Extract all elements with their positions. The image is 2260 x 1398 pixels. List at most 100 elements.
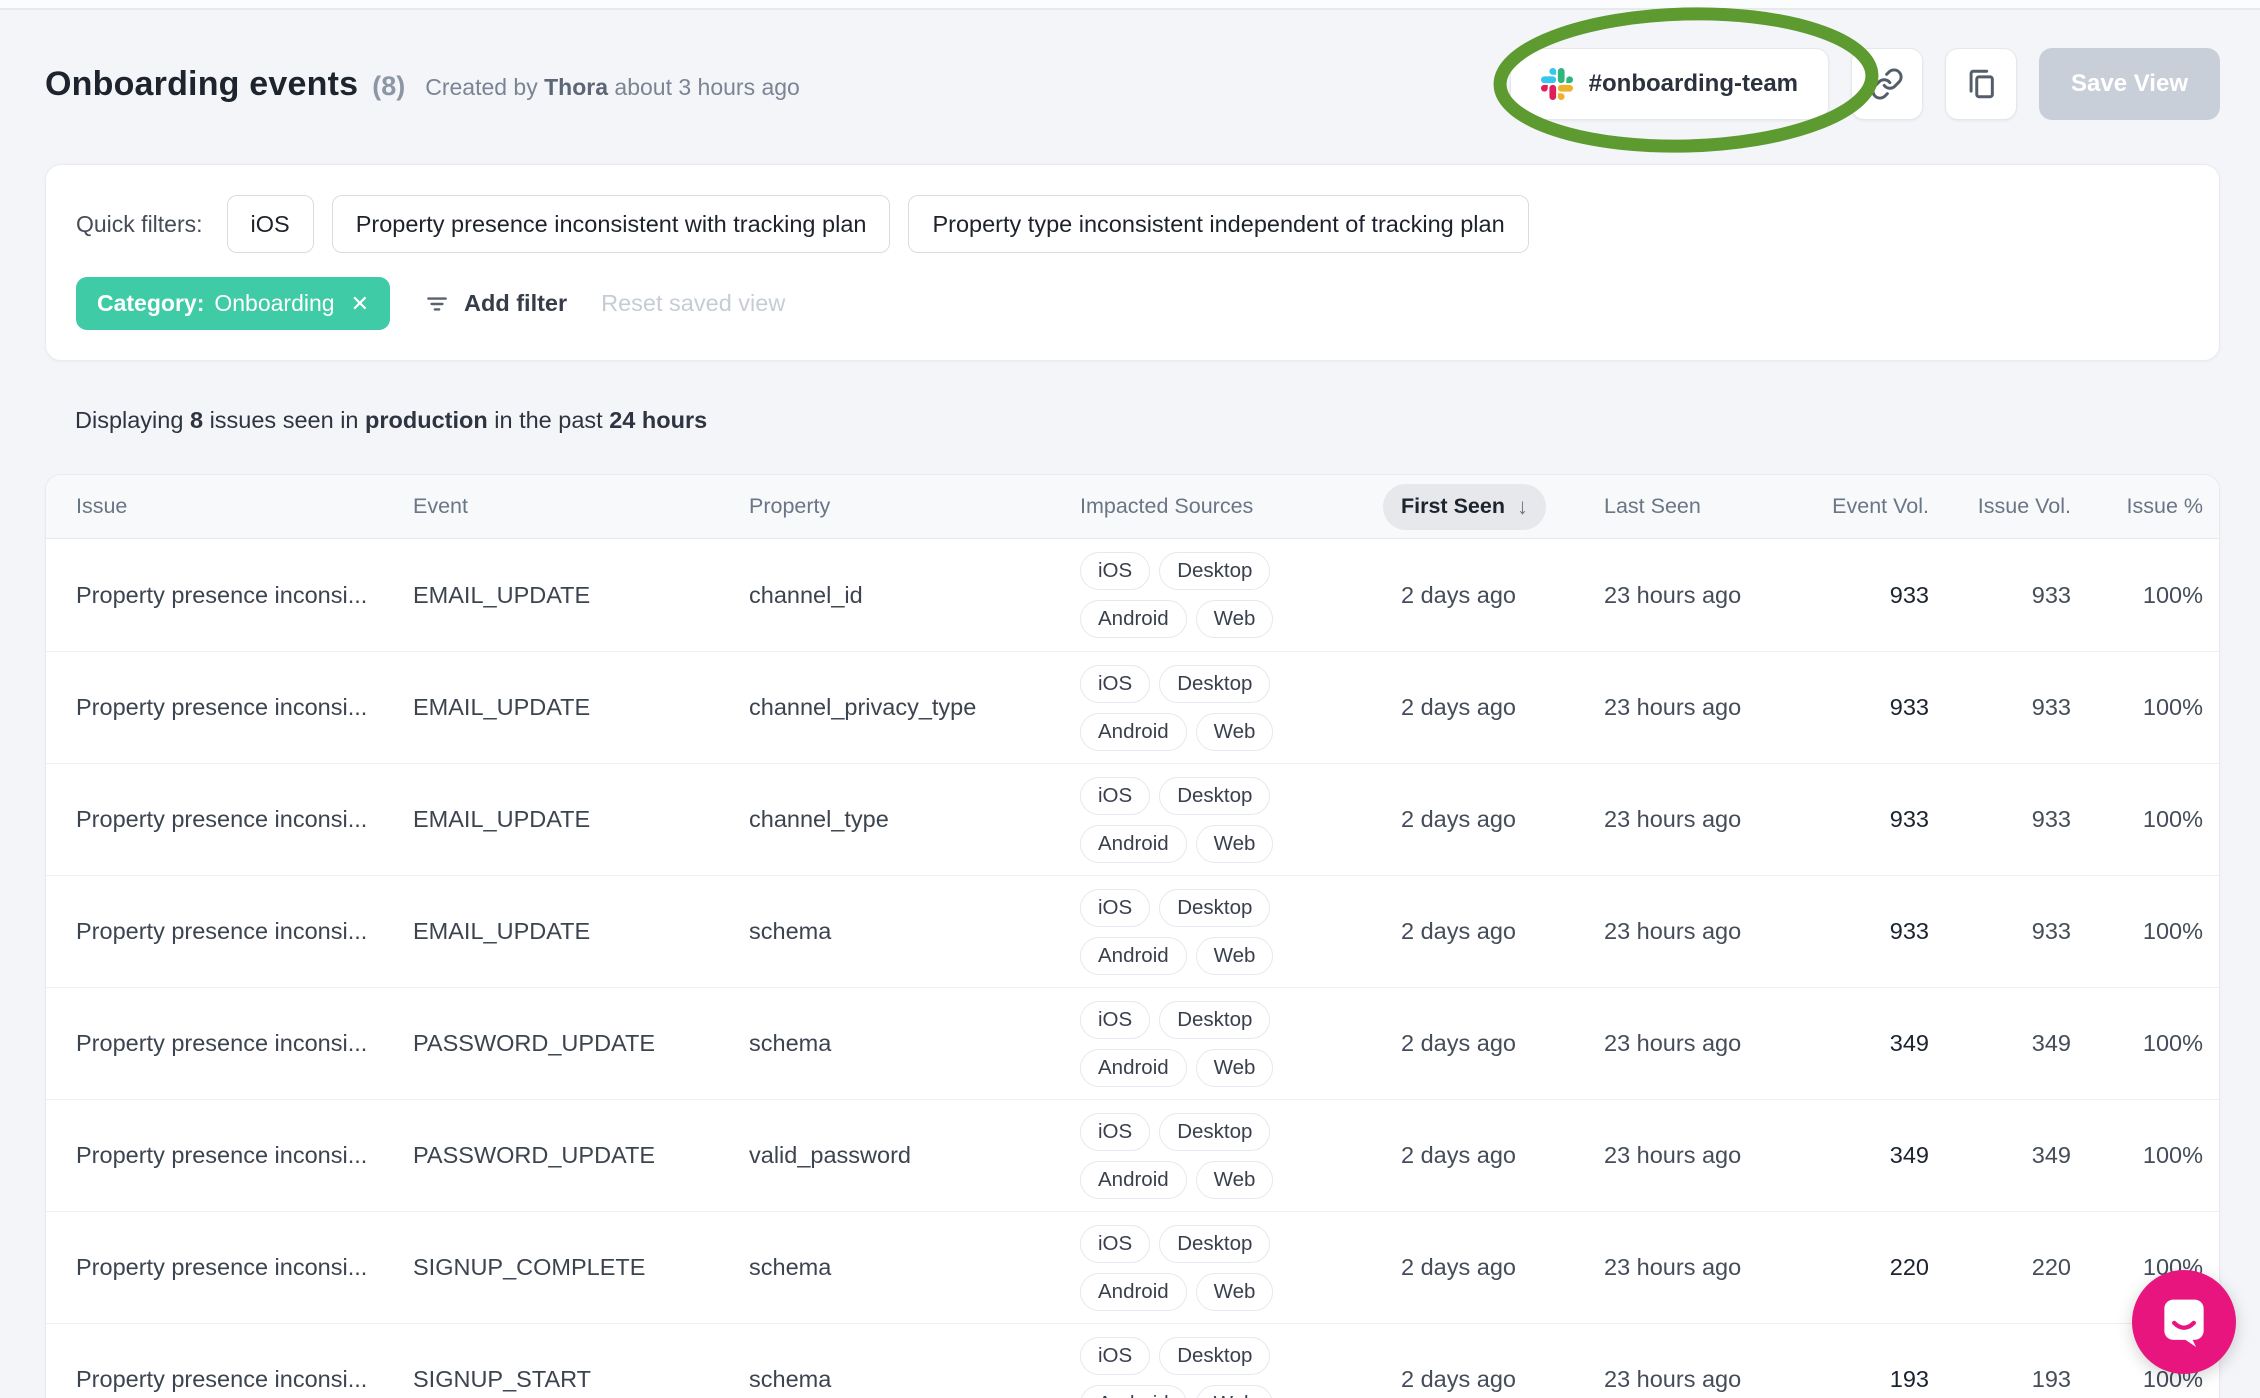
source-pill: Desktop	[1159, 1336, 1271, 1375]
source-pill: Web	[1195, 1048, 1274, 1087]
issue-cell: Property presence inconsi...	[76, 806, 368, 832]
slack-channel-button[interactable]: #onboarding-team	[1509, 48, 1830, 120]
filter-chip-name: Category:	[97, 290, 205, 316]
col-header-event[interactable]: Event	[413, 494, 749, 519]
add-filter-button[interactable]: Add filter	[424, 290, 567, 317]
table-row[interactable]: Property presence inconsi... PASSWORD_UP…	[46, 1099, 2219, 1211]
source-pill: iOS	[1080, 552, 1151, 590]
quick-filter-type-inconsistent[interactable]: Property type inconsistent independent o…	[908, 195, 1529, 253]
duplicate-view-button[interactable]	[1945, 48, 2018, 120]
issue-count-badge: (8)	[372, 70, 406, 101]
issue-pct-cell: 100%	[2142, 1030, 2203, 1056]
event-vol-cell: 349	[1889, 1030, 1929, 1056]
impacted-sources-cell: iOSDesktop AndroidWeb	[1080, 1112, 1382, 1199]
save-view-button[interactable]: Save View	[2039, 48, 2220, 120]
issue-cell: Property presence inconsi...	[76, 1030, 368, 1056]
source-pill: Desktop	[1159, 888, 1271, 927]
first-seen-cell: 2 days ago	[1401, 581, 1516, 608]
filter-chip-value: Onboarding	[214, 290, 335, 316]
col-header-impacted-sources[interactable]: Impacted Sources	[1080, 494, 1401, 519]
event-cell: EMAIL_UPDATE	[413, 806, 591, 832]
last-seen-cell: 23 hours ago	[1604, 1142, 1742, 1168]
issue-vol-cell: 349	[2031, 1142, 2071, 1168]
issue-pct-cell: 100%	[2142, 1142, 2203, 1168]
source-pill: Web	[1195, 1272, 1274, 1311]
source-pill: Android	[1080, 936, 1187, 975]
chat-bubble-icon	[2159, 1295, 2209, 1349]
impacted-sources-cell: iOSDesktop AndroidWeb	[1080, 888, 1382, 975]
page-title: Onboarding events	[45, 64, 359, 103]
quick-filter-presence-inconsistent[interactable]: Property presence inconsistent with trac…	[331, 195, 891, 253]
summary-count: 8	[189, 407, 204, 433]
property-cell: valid_password	[749, 1142, 911, 1168]
last-seen-cell: 23 hours ago	[1604, 581, 1742, 608]
source-pill: Web	[1195, 1384, 1274, 1398]
remove-filter-icon[interactable]: ✕	[351, 292, 369, 315]
event-cell: EMAIL_UPDATE	[413, 918, 591, 944]
issue-cell: Property presence inconsi...	[76, 918, 368, 944]
col-header-property[interactable]: Property	[749, 494, 1080, 519]
impacted-sources-cell: iOSDesktop AndroidWeb	[1080, 552, 1382, 638]
impacted-sources-cell: iOSDesktop AndroidWeb	[1080, 1000, 1382, 1087]
last-seen-cell: 23 hours ago	[1604, 806, 1742, 832]
issue-vol-cell: 933	[2031, 581, 2071, 608]
first-seen-cell: 2 days ago	[1401, 806, 1516, 832]
table-row[interactable]: Property presence inconsi... SIGNUP_STAR…	[46, 1323, 2219, 1398]
source-pill: iOS	[1080, 888, 1151, 927]
col-header-issue-vol[interactable]: Issue Vol.	[1929, 494, 2071, 519]
first-seen-cell: 2 days ago	[1401, 1366, 1516, 1392]
source-pill: Desktop	[1159, 552, 1271, 590]
created-prefix: Created by	[425, 73, 538, 100]
first-seen-cell: 2 days ago	[1401, 694, 1516, 720]
created-by-text: Created by Thora about 3 hours ago	[425, 74, 800, 101]
property-cell: channel_type	[749, 806, 889, 832]
event-vol-cell: 933	[1889, 581, 1929, 608]
chat-launcher-button[interactable]	[2132, 1270, 2236, 1374]
author-name: Thora	[544, 73, 609, 100]
table-row[interactable]: Property presence inconsi... EMAIL_UPDAT…	[46, 651, 2219, 763]
quick-filter-ios[interactable]: iOS	[226, 195, 314, 253]
source-pill: Android	[1080, 1384, 1187, 1398]
col-header-first-seen: First Seen ↓	[1383, 483, 1604, 530]
first-seen-sort-button[interactable]: First Seen ↓	[1383, 483, 1546, 530]
issue-vol-cell: 933	[2031, 694, 2071, 720]
source-pill: Android	[1080, 1048, 1187, 1087]
source-pill: Desktop	[1159, 664, 1271, 703]
event-cell: PASSWORD_UPDATE	[413, 1030, 655, 1056]
sort-desc-arrow-icon: ↓	[1516, 493, 1528, 519]
table-row[interactable]: Property presence inconsi... EMAIL_UPDAT…	[46, 763, 2219, 875]
table-row[interactable]: Property presence inconsi... EMAIL_UPDAT…	[46, 875, 2219, 987]
first-seen-cell: 2 days ago	[1401, 1254, 1516, 1280]
add-filter-label: Add filter	[464, 290, 568, 316]
col-header-event-vol[interactable]: Event Vol.	[1811, 494, 1929, 519]
impacted-sources-cell: iOSDesktop AndroidWeb	[1080, 776, 1382, 863]
property-cell: schema	[749, 1366, 832, 1392]
event-cell: EMAIL_UPDATE	[413, 581, 591, 608]
issue-cell: Property presence inconsi...	[76, 694, 368, 720]
issue-pct-cell: 100%	[2142, 694, 2203, 720]
summary-env: production	[365, 407, 488, 433]
source-pill: iOS	[1080, 1224, 1151, 1263]
col-header-issue-pct[interactable]: Issue %	[2071, 494, 2203, 519]
table-row[interactable]: Property presence inconsi... SIGNUP_COMP…	[46, 1211, 2219, 1323]
source-pill: Android	[1080, 824, 1187, 863]
property-cell: channel_id	[749, 581, 863, 608]
table-header-row: Issue Event Property Impacted Sources Fi…	[46, 475, 2219, 539]
col-header-issue[interactable]: Issue	[76, 494, 413, 519]
reset-saved-view-button[interactable]: Reset saved view	[601, 290, 785, 317]
property-cell: schema	[749, 1030, 832, 1056]
summary-text: issues seen in	[209, 407, 359, 433]
copy-link-button[interactable]	[1851, 48, 1924, 120]
event-cell: SIGNUP_START	[413, 1366, 592, 1392]
col-header-last-seen[interactable]: Last Seen	[1604, 494, 1811, 519]
table-row[interactable]: Property presence inconsi... EMAIL_UPDAT…	[46, 539, 2219, 651]
table-row[interactable]: Property presence inconsi... PASSWORD_UP…	[46, 987, 2219, 1099]
event-vol-cell: 193	[1889, 1366, 1929, 1392]
category-filter-chip[interactable]: Category: Onboarding ✕	[76, 277, 390, 330]
impacted-sources-cell: iOSDesktop AndroidWeb	[1080, 664, 1382, 751]
copy-icon	[1964, 67, 1998, 101]
first-seen-label: First Seen	[1401, 494, 1505, 518]
issue-cell: Property presence inconsi...	[76, 1142, 368, 1168]
source-pill: Desktop	[1159, 1000, 1271, 1039]
source-pill: Android	[1080, 600, 1187, 638]
